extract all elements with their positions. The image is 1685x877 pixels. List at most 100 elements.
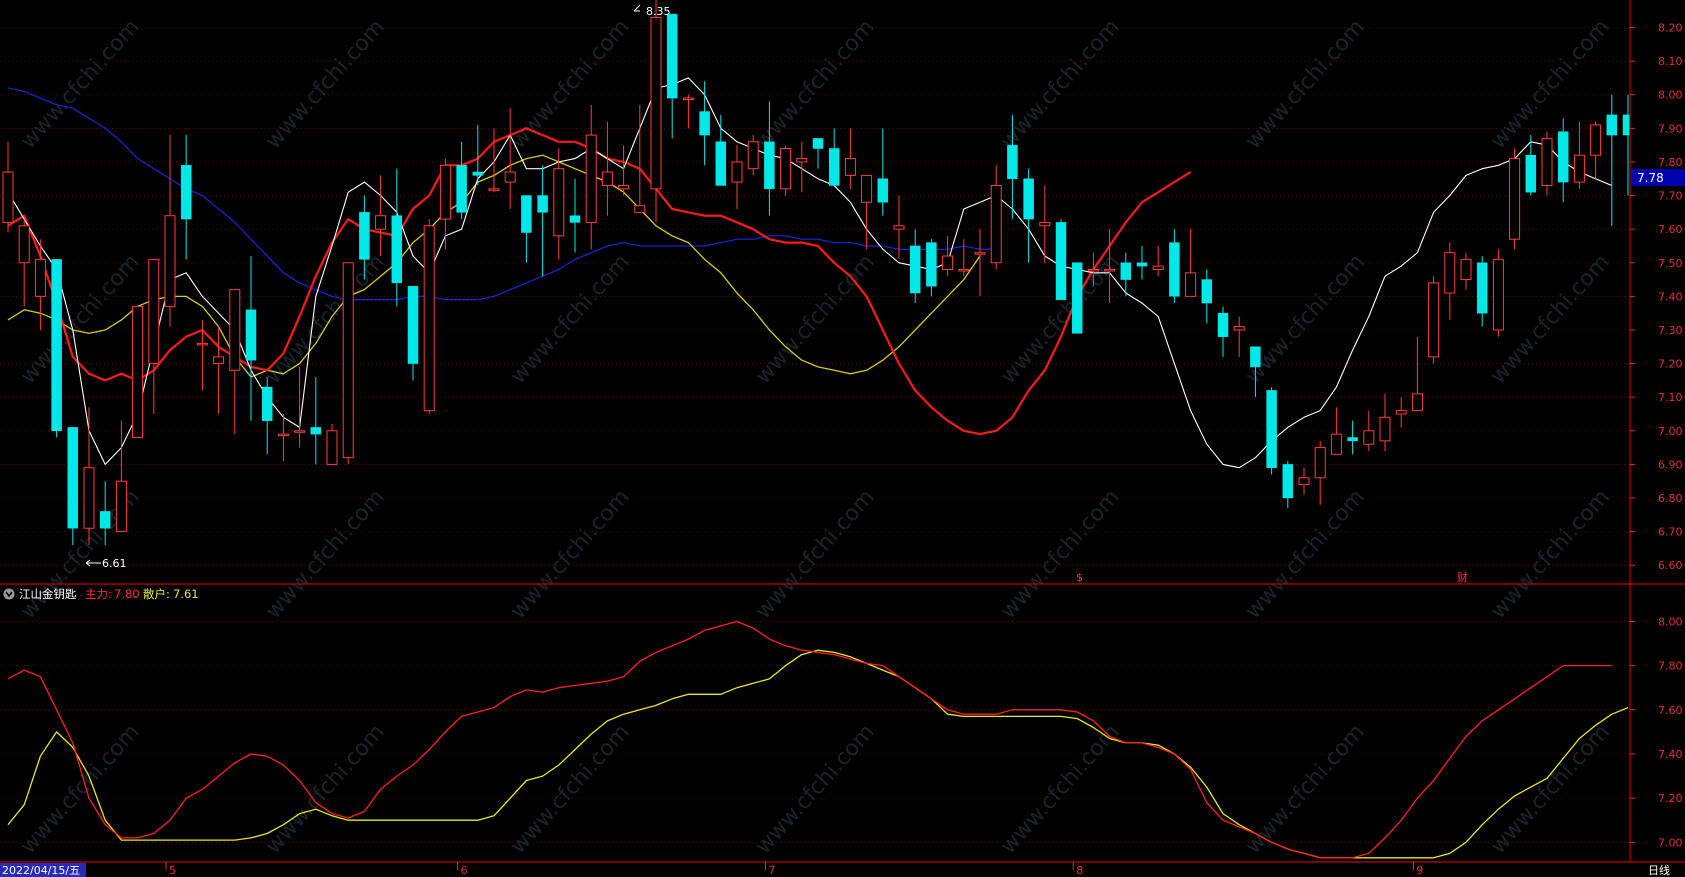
candle-body [148,258,160,365]
high-price-label: 8.35 [646,5,671,18]
price-tick-label: 7.90 [1658,122,1683,135]
candle-body [715,141,727,186]
candle-body [1087,268,1099,272]
candle-body [1476,262,1488,314]
candle-up [423,219,435,414]
candle-body [942,255,954,270]
candle-body [1606,114,1618,136]
candle-down [1071,262,1083,334]
price-tick-label: 7.00 [1658,425,1683,438]
indicator-tick-label: 8.00 [1658,615,1683,628]
candle-body [731,161,743,183]
candle-body [1363,430,1375,445]
candle-body [796,158,808,163]
candle-body [974,252,986,255]
retail-label: 散户: [143,587,170,601]
candle-body [1169,242,1180,297]
candle-body [294,430,306,433]
candle-body [1573,154,1585,183]
indicator-tick-label: 7.00 [1658,836,1683,849]
month-label: 6 [461,864,468,877]
candle-body [34,258,46,297]
candle-body [877,178,889,203]
finance-marker[interactable]: 财 [1457,570,1468,584]
candle-body [601,171,613,186]
current-price-value: 7.78 [1637,171,1664,185]
candle-body [2,171,14,223]
period-label[interactable]: 日线 [1648,863,1670,877]
candle-body [1217,312,1229,337]
candle-body [423,225,435,412]
candle-body [650,16,662,190]
retail-value: 7.61 [173,587,199,601]
candle-down [1266,387,1277,475]
candle-body [213,356,225,365]
candle-body [1152,265,1164,270]
candle-body [1120,262,1132,280]
candle-up [1428,276,1440,364]
candle-body [1411,393,1423,412]
candle-up [650,0,662,223]
candle-body [83,467,95,529]
candle-up [1509,148,1521,250]
main-force-value: 7.80 [114,587,140,601]
price-tick-label: 8.10 [1658,55,1683,68]
price-tick-label: 6.90 [1658,458,1683,471]
candle-body [1379,416,1391,442]
dividend-marker[interactable]: $ [1076,571,1083,584]
candle-body [1541,137,1553,186]
candle-body [488,188,500,191]
candle-body [67,427,79,529]
indicator-toggle-icon[interactable] [3,588,15,600]
candle-body [569,215,581,223]
candle-body [537,195,548,213]
candle-up [132,305,144,438]
candle-body [585,134,597,223]
candle-body [180,165,192,220]
candle-body [812,138,824,149]
candle-body [1055,222,1067,300]
candle-body [1492,258,1504,331]
candle-body [1185,272,1197,297]
candle-body [261,386,273,421]
candle-body [634,205,646,213]
candle-up [780,145,792,196]
candle-body [1039,221,1051,227]
candle-body [1314,447,1326,479]
candle-body [893,225,905,230]
candle-body [51,259,62,432]
candle-body [115,480,127,533]
candle-body [164,215,176,307]
indicator-name[interactable]: 江山金钥匙 [19,587,77,601]
candle-down [1055,219,1067,300]
candle-body [132,305,144,438]
candle-up [342,262,354,465]
candle-body [504,171,516,183]
price-tick-label: 7.20 [1658,358,1683,371]
candle-body [229,289,241,371]
candle-body [99,511,111,529]
candle-body [1444,252,1456,294]
candle-body [196,342,208,346]
candle-body [359,212,370,260]
low-price-label: 6.61 [102,557,127,570]
main-force-label: 主力: [85,587,112,601]
candle-down [67,427,79,546]
candle-body [1233,326,1245,331]
month-label: 9 [1416,864,1423,877]
price-tick-label: 7.60 [1658,223,1683,236]
current-price-tag: 7.78 [1631,169,1685,186]
candle-body [1201,279,1213,304]
candle-body [1023,178,1034,220]
candle-body [326,430,338,465]
candle-body [1071,262,1083,334]
candle-body [472,171,484,176]
stock-chart[interactable]: www.cfchi.com www.cfchi.com www.cfchi.com w… [0,0,1685,877]
candle-body [1266,390,1277,468]
indicator-tick-label: 7.80 [1658,660,1683,673]
price-tick-label: 7.10 [1658,391,1683,404]
candle-body [747,141,759,170]
candle-body [909,245,921,294]
candle-body [1007,144,1018,179]
price-tick-label: 7.80 [1658,156,1683,169]
